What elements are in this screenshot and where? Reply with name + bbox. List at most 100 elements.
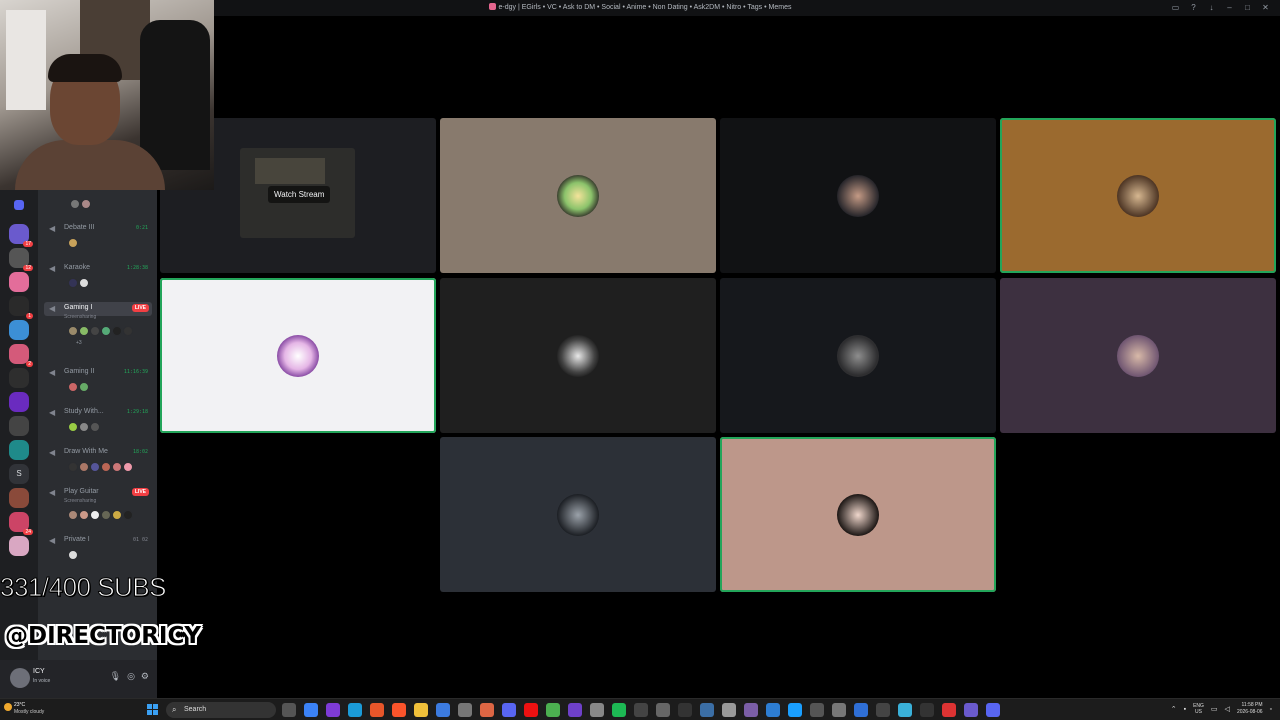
voice-channel-row[interactable]: ◀ Study With... 1:29:18 xyxy=(44,406,152,420)
language-indicator[interactable]: ENG US xyxy=(1193,703,1204,715)
app-icon[interactable] xyxy=(634,703,648,717)
app-icon[interactable] xyxy=(832,703,846,717)
voice-channel[interactable]: ◀ Play Guitar LIVE Screensharing xyxy=(38,486,157,536)
system-tray: ⌃ ▪ ENG US ▭ ◁ 11:58 PM 2026-08-06 ▫ xyxy=(1171,702,1272,716)
participant-tile[interactable] xyxy=(440,118,716,273)
voice-channel-row[interactable]: ◀ Debate III 0:21 xyxy=(44,222,152,236)
tray-app-icon[interactable]: ▪ xyxy=(1184,706,1186,713)
tray-overflow-icon[interactable]: ⌃ xyxy=(1171,705,1177,713)
maximize-button[interactable]: □ xyxy=(1243,3,1252,12)
app-icon[interactable] xyxy=(326,703,340,717)
app-icon[interactable] xyxy=(304,703,318,717)
app-icon[interactable] xyxy=(854,703,868,717)
app-icon[interactable] xyxy=(986,703,1000,717)
headphones-icon[interactable]: ◎ xyxy=(127,671,135,682)
app-icon[interactable] xyxy=(678,703,692,717)
app-icon[interactable] xyxy=(480,703,494,717)
server-icon[interactable] xyxy=(9,416,29,436)
network-icon[interactable]: ▭ xyxy=(1211,705,1218,713)
participant-tile[interactable] xyxy=(720,118,996,273)
voice-channel[interactable]: ◀ Study With... 1:29:18 xyxy=(38,406,157,446)
voice-channel[interactable]: ◀ Gaming II 11:16:39 xyxy=(38,366,157,406)
steam-icon[interactable] xyxy=(788,703,802,717)
app-icon[interactable] xyxy=(744,703,758,717)
app-icon[interactable] xyxy=(656,703,670,717)
channel-members xyxy=(68,326,134,336)
spotify-icon[interactable] xyxy=(612,703,626,717)
edge-browser-icon[interactable] xyxy=(348,703,362,717)
watch-stream-button[interactable]: Watch Stream xyxy=(268,186,331,203)
participant-tile[interactable] xyxy=(720,278,996,433)
voice-channel-row[interactable]: ◀ Play Guitar LIVE xyxy=(44,486,152,500)
participant-tile-speaking[interactable] xyxy=(720,437,996,592)
voice-channel-row[interactable]: ◀ Private I 01 02 xyxy=(44,534,152,548)
channel-timer: 0:21 xyxy=(135,225,148,231)
server-icon[interactable]: 1 xyxy=(9,296,33,319)
voice-channel-row[interactable]: ◀ Karaoke 1:28:38 xyxy=(44,262,152,276)
app-icon[interactable] xyxy=(436,703,450,717)
app-icon[interactable] xyxy=(590,703,604,717)
windows-start-icon[interactable] xyxy=(147,704,158,715)
search-placeholder: Search xyxy=(184,706,207,713)
inbox-icon[interactable]: ▭ xyxy=(1171,3,1180,12)
firefox-icon[interactable] xyxy=(370,703,384,717)
taskbar-search[interactable]: ⌕ Search xyxy=(166,702,276,718)
server-icon[interactable] xyxy=(9,368,29,388)
voice-channel-selected[interactable]: ◀ Gaming I LIVE Screensharing +3 xyxy=(38,302,157,354)
app-icon[interactable] xyxy=(810,703,824,717)
volume-icon[interactable]: ◁ xyxy=(1225,705,1230,713)
channel-substatus: Screensharing xyxy=(64,314,97,320)
participant-tile-speaking[interactable] xyxy=(160,278,436,433)
minimize-button[interactable]: – xyxy=(1225,3,1234,12)
server-icon[interactable] xyxy=(9,392,29,412)
server-icon[interactable]: 17 xyxy=(9,224,33,247)
microphone-icon[interactable]: 🎙 xyxy=(110,671,121,682)
notifications-icon[interactable]: ▫ xyxy=(1270,706,1272,713)
download-icon[interactable]: ↓ xyxy=(1207,3,1216,12)
voice-channel[interactable]: ◀ Debate III 0:21 xyxy=(38,222,157,262)
direct-messages-icon[interactable] xyxy=(14,200,24,210)
voice-channel-row[interactable]: ◀ Gaming II 11:16:39 xyxy=(44,366,152,380)
server-icon[interactable]: 12 xyxy=(9,248,33,271)
server-icon[interactable] xyxy=(9,440,29,460)
app-icon[interactable] xyxy=(876,703,890,717)
user-avatar[interactable] xyxy=(10,668,30,688)
participant-tile[interactable] xyxy=(1000,278,1276,433)
member-avatar xyxy=(90,510,100,520)
close-button[interactable]: ✕ xyxy=(1261,3,1270,12)
voice-channel[interactable]: ◀ Karaoke 1:28:38 xyxy=(38,262,157,302)
opera-icon[interactable] xyxy=(524,703,538,717)
system-clock[interactable]: 11:58 PM 2026-08-06 xyxy=(1237,702,1263,716)
voice-channel-row[interactable]: ◀ Draw With Me 18:02 xyxy=(44,446,152,460)
app-icon[interactable] xyxy=(458,703,472,717)
app-icon[interactable] xyxy=(898,703,912,717)
app-icon[interactable] xyxy=(722,703,736,717)
task-view-icon[interactable] xyxy=(282,703,296,717)
server-icon[interactable] xyxy=(9,320,29,340)
server-icon[interactable]: 2 xyxy=(9,344,33,367)
participant-tile[interactable] xyxy=(440,278,716,433)
discord-icon[interactable] xyxy=(502,703,516,717)
file-explorer-icon[interactable] xyxy=(414,703,428,717)
server-icon[interactable] xyxy=(9,272,29,292)
brave-icon[interactable] xyxy=(392,703,406,717)
help-icon[interactable]: ? xyxy=(1189,3,1198,12)
server-icon[interactable]: 24 xyxy=(9,512,33,535)
participant-tile-speaking[interactable] xyxy=(1000,118,1276,273)
app-icon[interactable] xyxy=(942,703,956,717)
app-icon[interactable] xyxy=(568,703,582,717)
server-icon[interactable] xyxy=(9,536,29,556)
app-icon[interactable] xyxy=(766,703,780,717)
voice-channel[interactable]: ◀ Draw With Me 18:02 xyxy=(38,446,157,486)
settings-gear-icon[interactable]: ⚙ xyxy=(141,671,149,682)
voice-channel-row[interactable]: ◀ Gaming I LIVE xyxy=(44,302,152,316)
voice-channel[interactable]: ◀ Private I 01 02 xyxy=(38,534,157,574)
app-icon[interactable] xyxy=(920,703,934,717)
server-icon[interactable] xyxy=(9,488,29,508)
app-icon[interactable] xyxy=(964,703,978,717)
member-avatar xyxy=(68,510,78,520)
server-icon-letter[interactable]: S xyxy=(9,464,29,484)
participant-tile[interactable] xyxy=(440,437,716,592)
app-icon[interactable] xyxy=(700,703,714,717)
chrome-icon[interactable] xyxy=(546,703,560,717)
